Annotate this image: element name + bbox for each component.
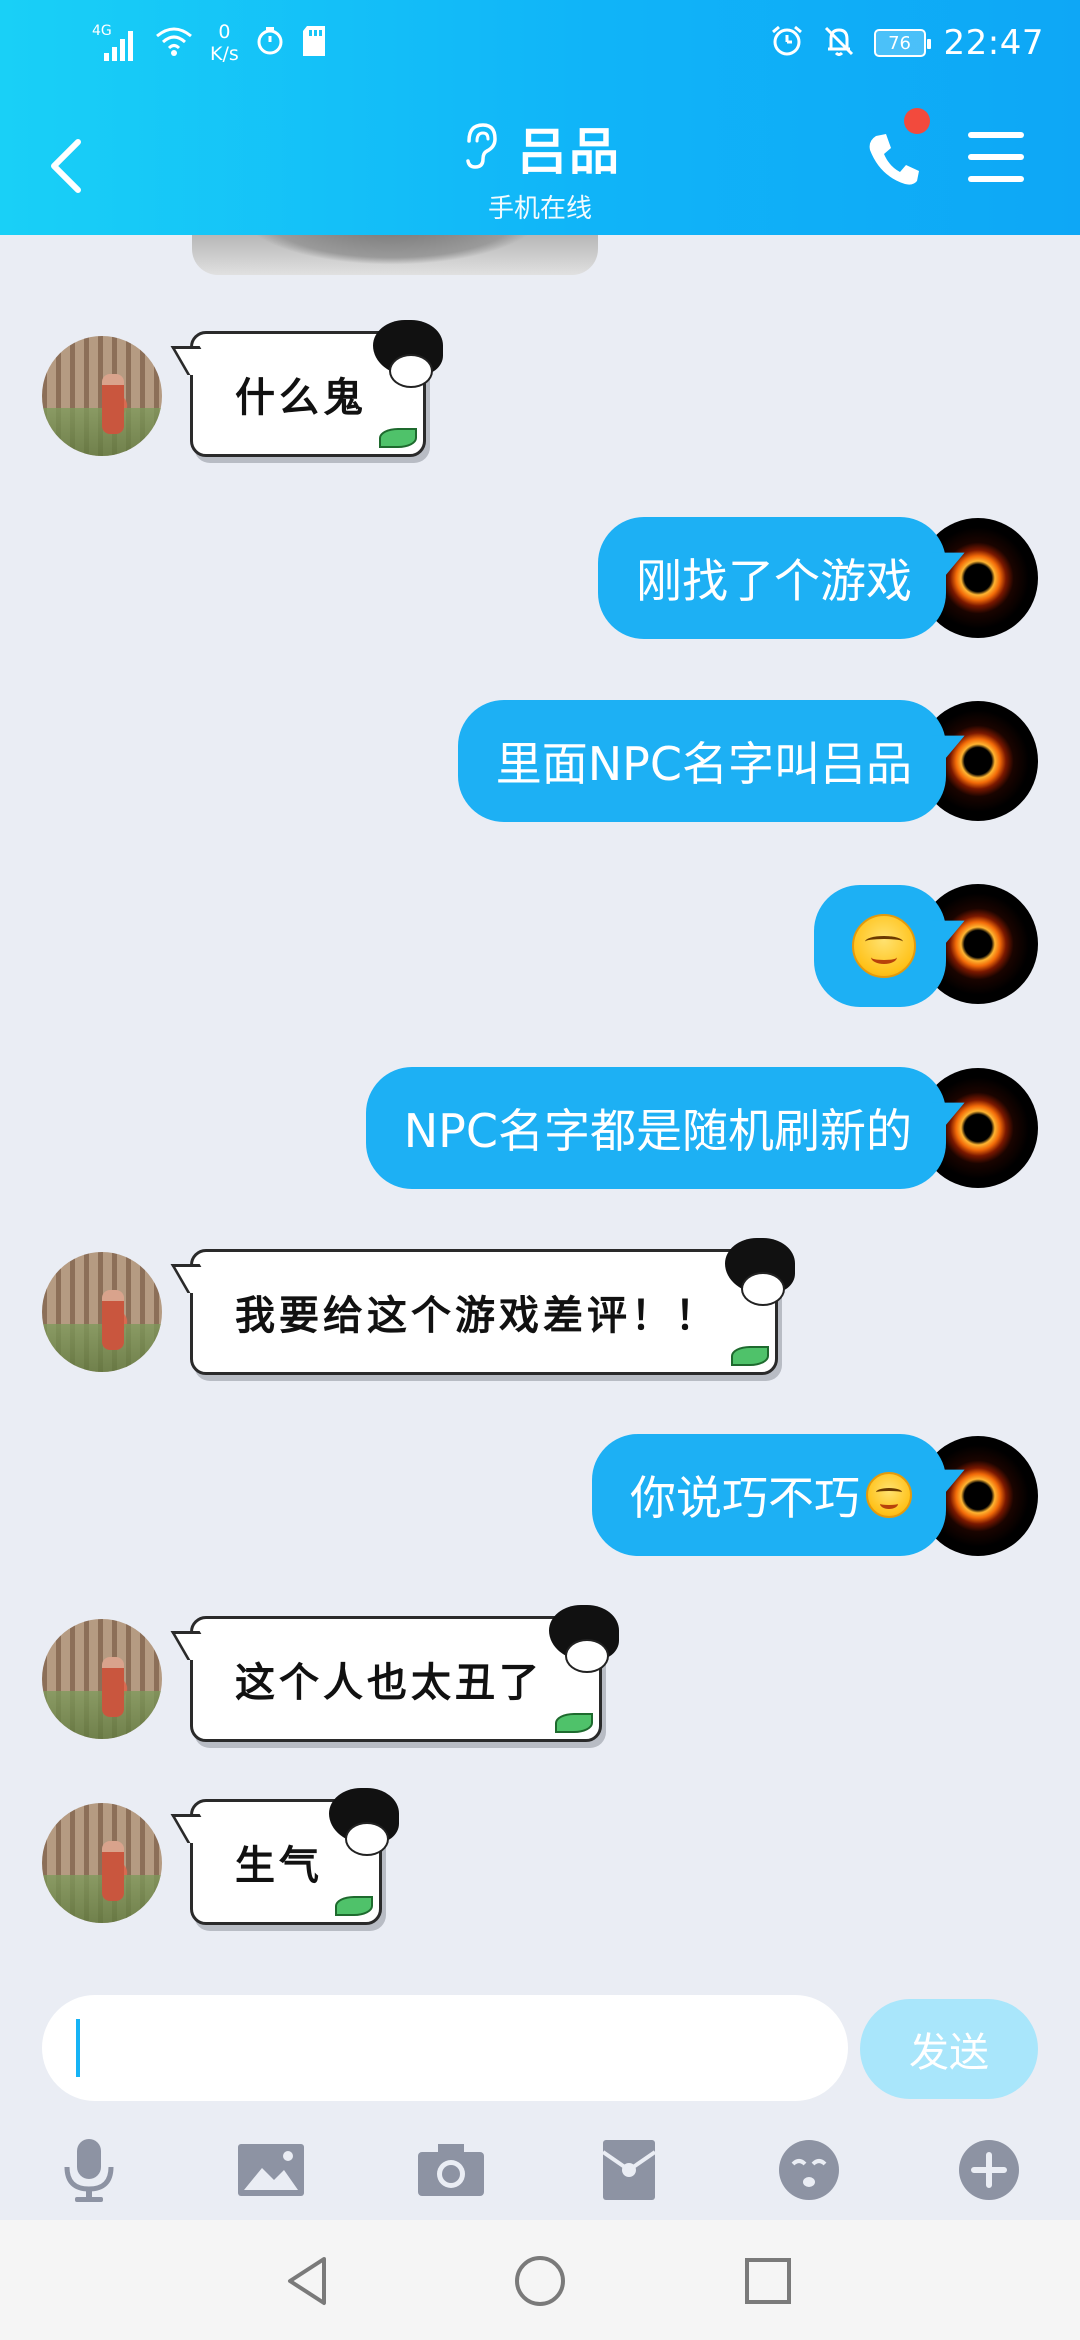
message-text: 生气 [235,1842,323,1889]
message-text: 你说巧不巧 [630,1471,860,1525]
sd-card-icon [301,25,327,61]
speed-unit: K/s [210,43,239,65]
outgoing-message[interactable] [814,885,946,1007]
alarm-icon [770,24,804,62]
chat-header: 4G 0 K/s 76 22:47 吕品 手机在线 [0,0,1080,235]
wifi-icon [154,24,194,62]
network-speed: 0 K/s [210,21,239,65]
message-text: 我要给这个游戏差评！！ [235,1292,719,1339]
send-label: 发送 [909,2030,989,2076]
voice-button[interactable] [44,2125,134,2215]
text-caret [76,2019,80,2077]
status-bar: 4G 0 K/s 76 22:47 [0,0,1080,86]
emoji-button[interactable] [764,2125,854,2215]
plus-icon [959,2140,1019,2200]
outgoing-message[interactable]: 刚找了个游戏 [598,517,946,639]
contact-avatar[interactable] [42,336,162,456]
composer: 发送 [0,1975,1080,2220]
smirk-emoji-icon [866,1472,912,1518]
composer-toolbar [0,2125,1080,2215]
bubble-decoration [555,1713,593,1733]
microphone-icon [64,2139,114,2202]
bubble-decoration [379,428,417,448]
bubble-decoration [345,1822,389,1856]
timer-icon [255,26,285,60]
home-circle-icon [515,2256,565,2306]
clock: 22:47 [943,23,1044,63]
emoji-icon [779,2140,839,2200]
image-button[interactable] [226,2125,316,2215]
system-home-button[interactable] [505,2246,575,2316]
incoming-message[interactable]: 我要给这个游戏差评！！ [190,1238,795,1375]
ear-icon [459,121,499,175]
camera-icon [418,2144,484,2196]
battery-level: 76 [888,32,911,54]
message-input[interactable] [42,1995,848,2101]
red-packet-button[interactable] [584,2125,674,2215]
call-button[interactable] [858,124,928,194]
chat-area[interactable]: 什么鬼 刚找了个游戏 里面NPC名字叫吕品 NPC名字都是随机刷新的 我要给这个… [0,235,1080,1975]
system-back-button[interactable] [272,2246,342,2316]
recents-square-icon [745,2258,791,2304]
speed-value: 0 [218,21,231,43]
incoming-message[interactable]: 什么鬼 [190,320,443,457]
page-title: 吕品 [517,123,621,181]
system-nav-bar [0,2220,1080,2340]
message-text: NPC名字都是随机刷新的 [403,1104,912,1158]
battery-icon: 76 [873,29,931,57]
system-recents-button[interactable] [733,2246,803,2316]
mute-icon [822,24,856,62]
message-text: 什么鬼 [235,374,367,421]
bubble-decoration [731,1346,769,1366]
back-triangle-icon [288,2257,326,2305]
red-packet-icon [601,2140,657,2200]
incoming-message[interactable]: 生气 [190,1788,399,1925]
message-text: 刚找了个游戏 [636,554,912,608]
smirk-emoji-icon [852,914,916,978]
nav-bar: 吕品 手机在线 [0,86,1080,235]
notification-dot [904,108,930,134]
message-text: 里面NPC名字叫吕品 [495,737,912,791]
more-button[interactable] [944,2125,1034,2215]
contact-avatar[interactable] [42,1252,162,1372]
outgoing-message[interactable]: NPC名字都是随机刷新的 [365,1067,946,1189]
bubble-decoration [389,354,433,388]
image-icon [238,2144,304,2196]
incoming-message[interactable]: 这个人也太丑了 [190,1605,619,1742]
bubble-decoration [335,1896,373,1916]
previous-image-message[interactable] [192,235,598,275]
send-button[interactable]: 发送 [860,1999,1038,2099]
message-text: 这个人也太丑了 [235,1659,543,1706]
phone-icon [869,134,919,185]
outgoing-message[interactable]: 你说巧不巧 [592,1434,946,1556]
signal-icon: 4G [92,23,138,63]
bubble-decoration [565,1639,609,1673]
menu-button[interactable] [968,132,1024,184]
camera-button[interactable] [406,2125,496,2215]
contact-avatar[interactable] [42,1619,162,1739]
bubble-decoration [741,1272,785,1306]
outgoing-message[interactable]: 里面NPC名字叫吕品 [457,700,946,822]
contact-avatar[interactable] [42,1803,162,1923]
